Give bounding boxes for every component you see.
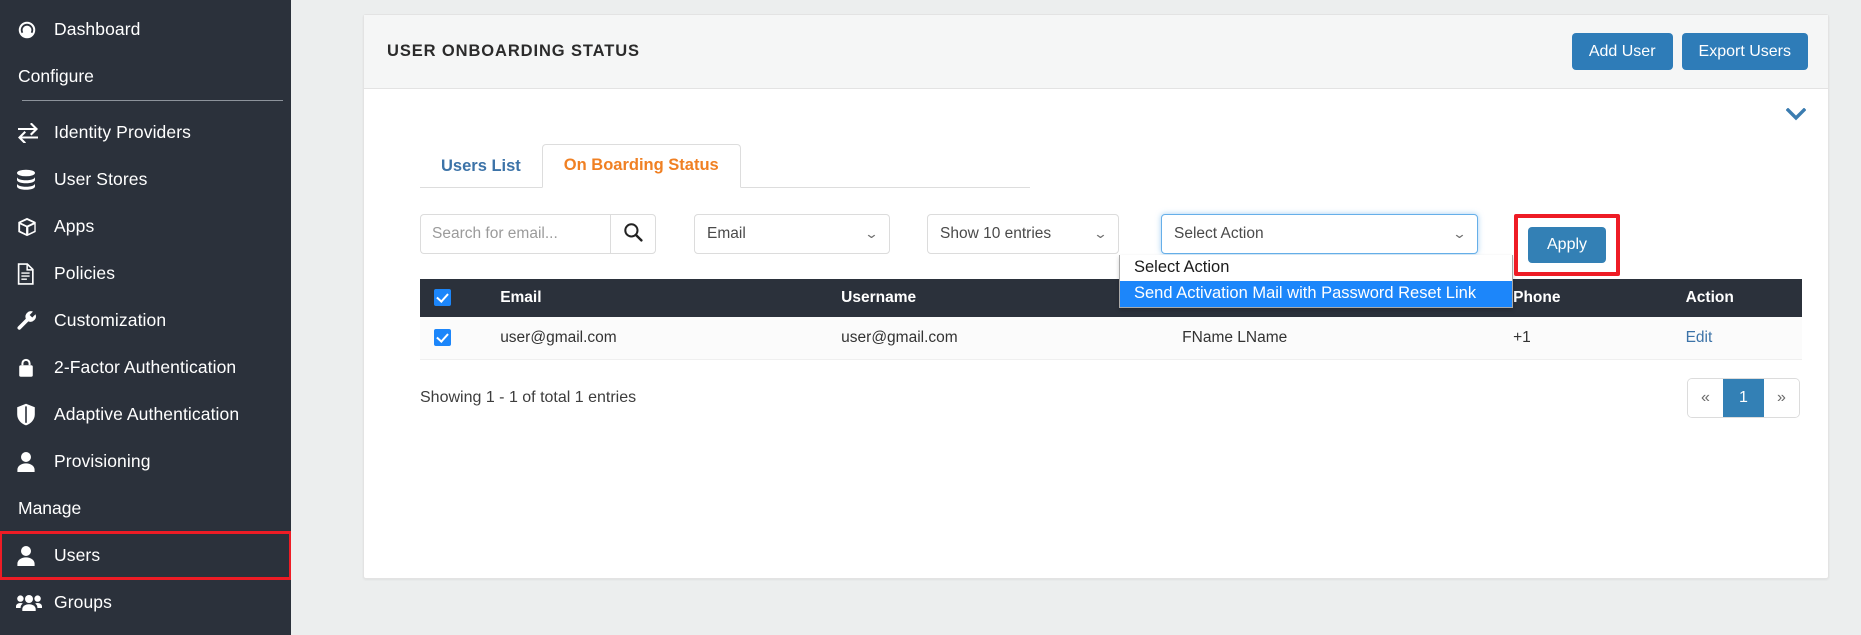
pagination-next[interactable]: » (1764, 378, 1799, 417)
chevron-down-icon: ⌄ (864, 226, 879, 241)
action-select-dropdown: Select Action Send Activation Mail with … (1119, 255, 1513, 308)
cell-email: user@gmail.com (486, 317, 828, 360)
collapse-row (364, 89, 1828, 141)
cell-phone: +1 (1499, 317, 1672, 360)
document-icon (16, 262, 54, 285)
sidebar-item-adaptive-authentication[interactable]: Adaptive Authentication (0, 391, 291, 438)
users-group-icon (16, 593, 54, 613)
app-root: Dashboard Configure Identity Providers U… (0, 0, 1861, 635)
exchange-icon (16, 122, 54, 143)
add-user-button[interactable]: Add User (1571, 32, 1673, 71)
cube-icon (16, 216, 54, 238)
user-icon (16, 451, 54, 473)
showing-entries-text: Showing 1 - 1 of total 1 entries (420, 388, 637, 406)
search-input[interactable] (420, 214, 610, 254)
select-all-header (420, 279, 487, 317)
dropdown-option-select-action[interactable]: Select Action (1120, 255, 1512, 281)
sidebar-item-apps[interactable]: Apps (0, 203, 291, 250)
user-onboarding-card: USER ONBOARDING STATUS Add User Export U… (363, 14, 1829, 579)
sidebar: Dashboard Configure Identity Providers U… (0, 0, 292, 635)
main-content: USER ONBOARDING STATUS Add User Export U… (291, 0, 1861, 635)
chevron-down-icon: ⌄ (1093, 226, 1108, 241)
field-select-value: Email (707, 225, 746, 242)
sidebar-section-configure: Configure (0, 53, 291, 100)
apply-button-highlight: Apply (1514, 214, 1621, 276)
select-all-checkbox[interactable] (434, 289, 451, 307)
export-users-button[interactable]: Export Users (1681, 32, 1808, 71)
sidebar-divider (22, 100, 283, 101)
pagination-page-1[interactable]: 1 (1723, 378, 1764, 417)
sidebar-item-label: Dashboard (54, 19, 141, 39)
action-select[interactable]: Select Action ⌄ (1161, 214, 1478, 254)
tab-users-list[interactable]: Users List (420, 146, 542, 188)
sidebar-item-label: Adaptive Authentication (54, 404, 240, 424)
onboarding-table: Email Username Name Phone Action us (420, 279, 1802, 360)
lock-icon (16, 357, 54, 379)
sidebar-item-groups[interactable]: Groups (0, 579, 291, 626)
sidebar-item-user-stores[interactable]: User Stores (0, 156, 291, 203)
card-body: Users List On Boarding Status Email (364, 89, 1828, 418)
card-header: USER ONBOARDING STATUS Add User Export U… (364, 15, 1828, 89)
search-icon (623, 222, 643, 247)
chevron-down-icon: ⌄ (1452, 226, 1467, 241)
entries-select-value: Show 10 entries (940, 225, 1052, 242)
table-row: user@gmail.com user@gmail.com FName LNam… (420, 317, 1802, 360)
column-header-action: Action (1671, 279, 1802, 317)
table-header-row: Email Username Name Phone Action (420, 279, 1802, 317)
entries-select[interactable]: Show 10 entries ⌄ (927, 214, 1119, 254)
sidebar-item-label: 2-Factor Authentication (54, 357, 237, 377)
pagination: « 1 » (1687, 377, 1800, 418)
chevron-down-icon[interactable] (1785, 106, 1807, 125)
sidebar-item-policies[interactable]: Policies (0, 250, 291, 297)
database-icon (16, 169, 54, 191)
action-select-wrapper: Select Action ⌄ Select Action Send Activ… (1119, 214, 1513, 308)
column-header-email: Email (486, 279, 828, 317)
sidebar-section-label: Manage (18, 498, 82, 518)
sidebar-item-label: Identity Providers (54, 122, 191, 142)
table-footer: Showing 1 - 1 of total 1 entries « 1 » (420, 377, 1800, 418)
sidebar-item-label: Apps (54, 216, 95, 236)
sidebar-item-label: Policies (54, 263, 116, 283)
row-select-cell (420, 317, 487, 360)
tab-bar: Users List On Boarding Status (420, 141, 1030, 188)
pagination-prev[interactable]: « (1688, 378, 1723, 417)
shield-icon (16, 403, 54, 426)
tab-on-boarding-status[interactable]: On Boarding Status (541, 144, 741, 188)
cell-username: user@gmail.com (827, 317, 1169, 360)
user-icon (16, 545, 54, 567)
apply-button[interactable]: Apply (1528, 227, 1607, 263)
dashboard-icon (16, 19, 54, 41)
sidebar-item-customization[interactable]: Customization (0, 297, 291, 344)
sidebar-item-2-factor-authentication[interactable]: 2-Factor Authentication (0, 344, 291, 391)
search-group (420, 214, 656, 254)
sidebar-item-identity-providers[interactable]: Identity Providers (0, 109, 291, 156)
column-header-username: Username (827, 279, 1169, 317)
sidebar-item-users[interactable]: Users (0, 531, 292, 580)
filter-row: Email ⌄ Show 10 entries ⌄ Select Action … (420, 214, 1828, 308)
edit-link[interactable]: Edit (1686, 329, 1713, 346)
sidebar-item-dashboard[interactable]: Dashboard (0, 6, 291, 53)
sidebar-section-label: Configure (18, 66, 94, 86)
page-title: USER ONBOARDING STATUS (387, 42, 640, 60)
search-button[interactable] (610, 214, 656, 254)
cell-action: Edit (1671, 317, 1802, 360)
field-select[interactable]: Email ⌄ (694, 214, 890, 254)
table-body: user@gmail.com user@gmail.com FName LNam… (420, 317, 1802, 360)
dropdown-option-send-activation-mail[interactable]: Send Activation Mail with Password Reset… (1120, 281, 1512, 307)
sidebar-section-manage: Manage (0, 485, 291, 532)
row-checkbox[interactable] (434, 329, 451, 347)
cell-name: FName LName (1168, 317, 1500, 360)
sidebar-item-label: Users (54, 545, 101, 565)
sidebar-item-provisioning[interactable]: Provisioning (0, 438, 291, 485)
sidebar-item-label: User Stores (54, 169, 148, 189)
table-head: Email Username Name Phone Action (420, 279, 1802, 317)
sidebar-item-label: Groups (54, 592, 112, 612)
column-header-phone: Phone (1499, 279, 1672, 317)
wrench-icon (16, 310, 54, 332)
action-select-value: Select Action (1174, 225, 1264, 242)
header-actions: Add User Export Users (1571, 32, 1808, 71)
sidebar-item-label: Customization (54, 310, 167, 330)
sidebar-item-label: Provisioning (54, 451, 151, 471)
